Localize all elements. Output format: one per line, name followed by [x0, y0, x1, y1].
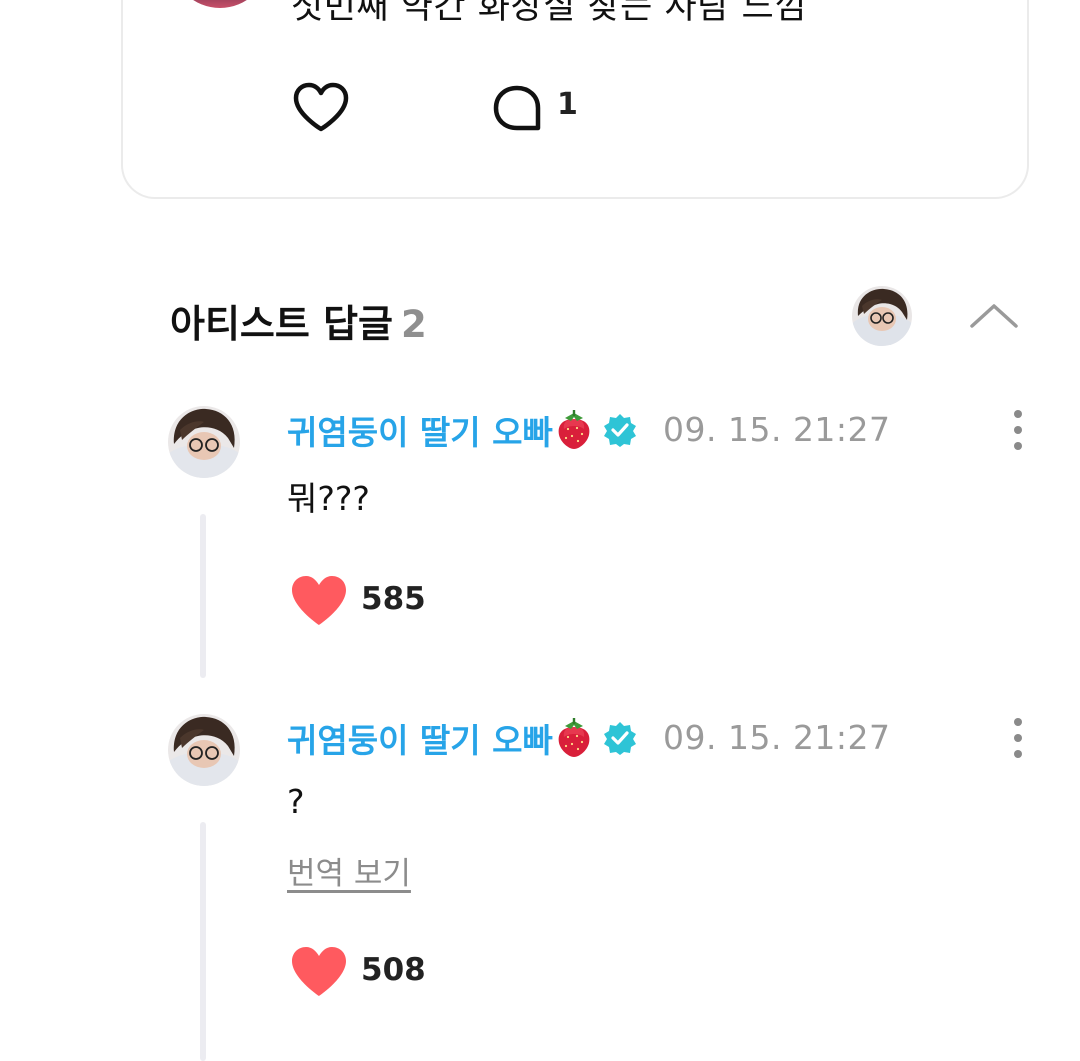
thread-line	[200, 514, 206, 678]
artist-avatar[interactable]	[852, 286, 912, 346]
comment-timestamp: 09. 15. 21:27	[663, 410, 891, 449]
comment-author-name[interactable]: 귀염둥이 딸기 오빠	[287, 406, 637, 454]
like-count: 508	[361, 952, 426, 988]
heart-outline-icon[interactable]	[291, 82, 351, 134]
chevron-up-icon[interactable]	[968, 298, 1020, 332]
strawberry-icon	[558, 410, 590, 449]
post-author-avatar[interactable]	[171, 0, 269, 8]
heart-filled-icon[interactable]	[290, 946, 348, 998]
artist-replies-label: 아티스트 답글	[170, 302, 393, 346]
like-count: 585	[361, 581, 426, 617]
comment-author-label: 귀염둥이 딸기 오빠	[287, 721, 553, 760]
comment-author-label: 귀염둥이 딸기 오빠	[287, 413, 553, 452]
comment-author-name[interactable]: 귀염둥이 딸기 오빠	[287, 714, 637, 762]
comment-body: 뭐???	[287, 479, 370, 518]
post-comment-count: 1	[557, 87, 578, 122]
verified-badge-icon	[603, 414, 636, 447]
strawberry-icon	[558, 718, 590, 757]
post-card: 첫번째 약간 화장실 찾는 사람 느낌 1	[121, 0, 1029, 199]
comment-author-avatar[interactable]	[168, 714, 240, 786]
comment-timestamp: 09. 15. 21:27	[663, 718, 891, 757]
more-vertical-icon[interactable]	[1008, 408, 1028, 452]
comment-author-avatar[interactable]	[168, 406, 240, 478]
artist-replies-count: 2	[401, 303, 427, 346]
translate-link[interactable]: 번역 보기	[287, 848, 411, 893]
post-text: 첫번째 약간 화장실 찾는 사람 느낌	[291, 0, 807, 27]
comment-body: ?	[287, 782, 305, 821]
thread-line	[200, 822, 206, 1061]
artist-replies-title: 아티스트 답글 2	[170, 293, 427, 348]
more-vertical-icon[interactable]	[1008, 716, 1028, 760]
heart-filled-icon[interactable]	[290, 575, 348, 627]
speech-bubble-icon[interactable]	[491, 84, 543, 134]
verified-badge-icon	[603, 722, 636, 755]
